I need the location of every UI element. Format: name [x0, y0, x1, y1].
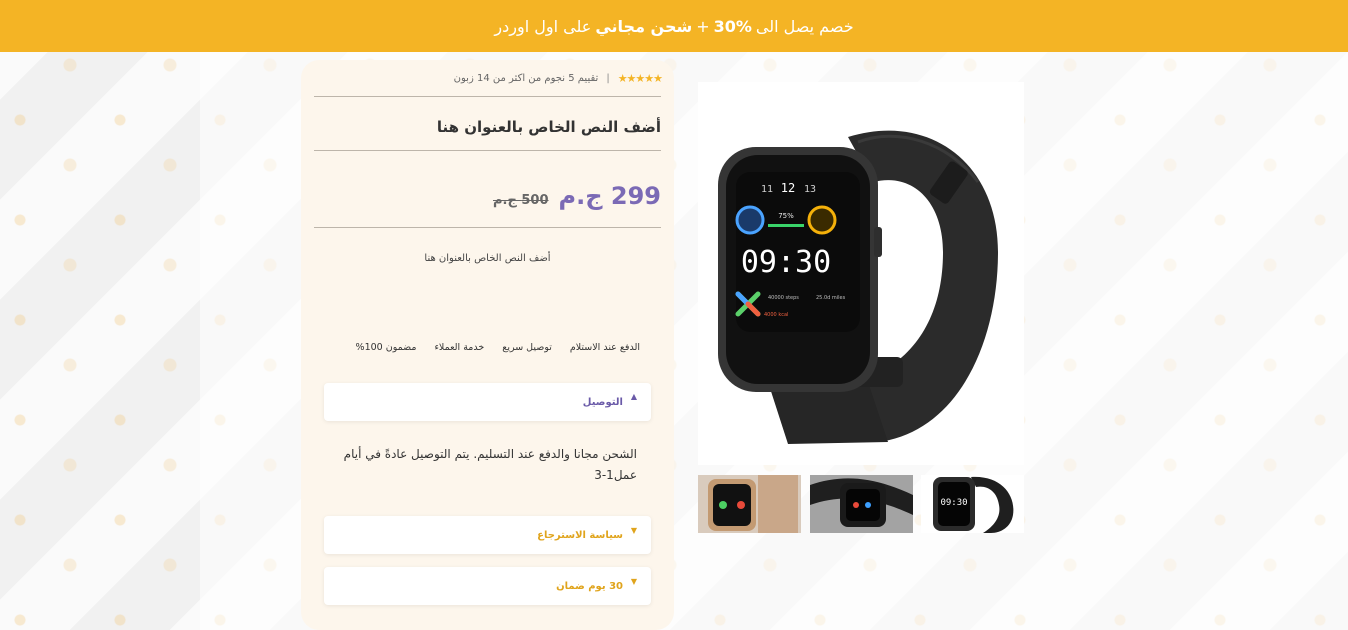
accordion-delivery-header[interactable]: ▲ التوصيل — [324, 383, 651, 421]
watch-battery: 75% — [778, 212, 794, 220]
price-row: 299 ج.م 500 ج.م — [493, 182, 661, 210]
price-original: 500 ج.م — [493, 193, 549, 208]
thumbnail-black-watch-front[interactable]: 09:30 — [921, 475, 1024, 533]
accordion-delivery-body: الشحن مجانا والدفع عند التسليم. يتم التو… — [343, 447, 637, 482]
rating-stars-icon: ★★★★★ — [617, 72, 663, 85]
thumbnail-image — [810, 475, 913, 533]
thumbnail-gold-watch[interactable] — [698, 475, 801, 533]
thumbnail-time: 09:30 — [940, 498, 967, 508]
divider — [314, 150, 661, 151]
banner-text-after: على اول اوردر — [494, 16, 592, 36]
watch-date-mid: 12 — [781, 181, 795, 195]
thumbnail-image: 09:30 — [921, 475, 1024, 533]
caret-down-icon: ▼ — [630, 577, 637, 586]
rating-separator: | — [606, 73, 610, 84]
feature-guarantee: مضمون 100% — [355, 342, 417, 353]
accordion-returns-header[interactable]: ▼ سياسة الاسترجاع — [324, 516, 651, 554]
thumbnail-image — [698, 475, 801, 533]
feature-customer-service: خدمة العملاء — [434, 342, 485, 353]
banner-plus: + — [696, 16, 710, 36]
product-main-image[interactable]: 11 12 13 75% 09:30 40000 steps 25.0d mil… — [698, 82, 1024, 465]
accordion-warranty-label: 30 يوم ضمان — [556, 580, 623, 592]
banner-discount: 30% — [713, 16, 752, 36]
divider — [314, 227, 661, 228]
rating-row: ★★★★★ | تقييم 5 نجوم من اكثر من 14 زبون — [312, 72, 663, 85]
product-subtitle: أضف النص الخاص بالعنوان هنا — [424, 253, 551, 264]
accordion-delivery-label: التوصيل — [582, 396, 623, 408]
feature-list: الدفع عند الاستلام توصيل سريع خدمة العمل… — [356, 342, 640, 353]
product-info-panel: ★★★★★ | تقييم 5 نجوم من اكثر من 14 زبون … — [301, 60, 674, 630]
watch-time: 09:30 — [741, 245, 831, 280]
accordion-returns-label: سياسة الاسترجاع — [537, 529, 623, 541]
watch-steps: 40000 steps — [768, 295, 799, 301]
watch-distance: 25.0d miles — [816, 295, 846, 301]
product-title: أضف النص الخاص بالعنوان هنا — [436, 118, 661, 136]
feature-cod: الدفع عند الاستلام — [569, 342, 640, 353]
caret-up-icon: ▲ — [630, 392, 637, 401]
feature-fast-delivery: توصيل سريع — [502, 342, 552, 353]
promo-banner: خصم يصل الى 30% + شحن مجاني على اول اورد… — [0, 0, 1348, 52]
smartwatch-image: 11 12 13 75% 09:30 40000 steps 25.0d mil… — [718, 130, 998, 444]
caret-down-icon: ▼ — [630, 526, 637, 535]
banner-shipping: شحن مجاني — [595, 16, 693, 36]
rating-text: تقييم 5 نجوم من اكثر من 14 زبون — [453, 73, 599, 84]
thumbnail-black-watch-side[interactable] — [810, 475, 913, 533]
price-current: 299 ج.م — [558, 182, 661, 210]
watch-date-left: 11 — [761, 184, 773, 195]
banner-text-before: خصم يصل الى — [755, 16, 854, 36]
divider — [314, 96, 661, 97]
watch-date-right: 13 — [804, 184, 816, 195]
accordion-warranty-header[interactable]: ▼ 30 يوم ضمان — [324, 567, 651, 605]
watch-kcal: 4000 kcal — [764, 312, 788, 318]
